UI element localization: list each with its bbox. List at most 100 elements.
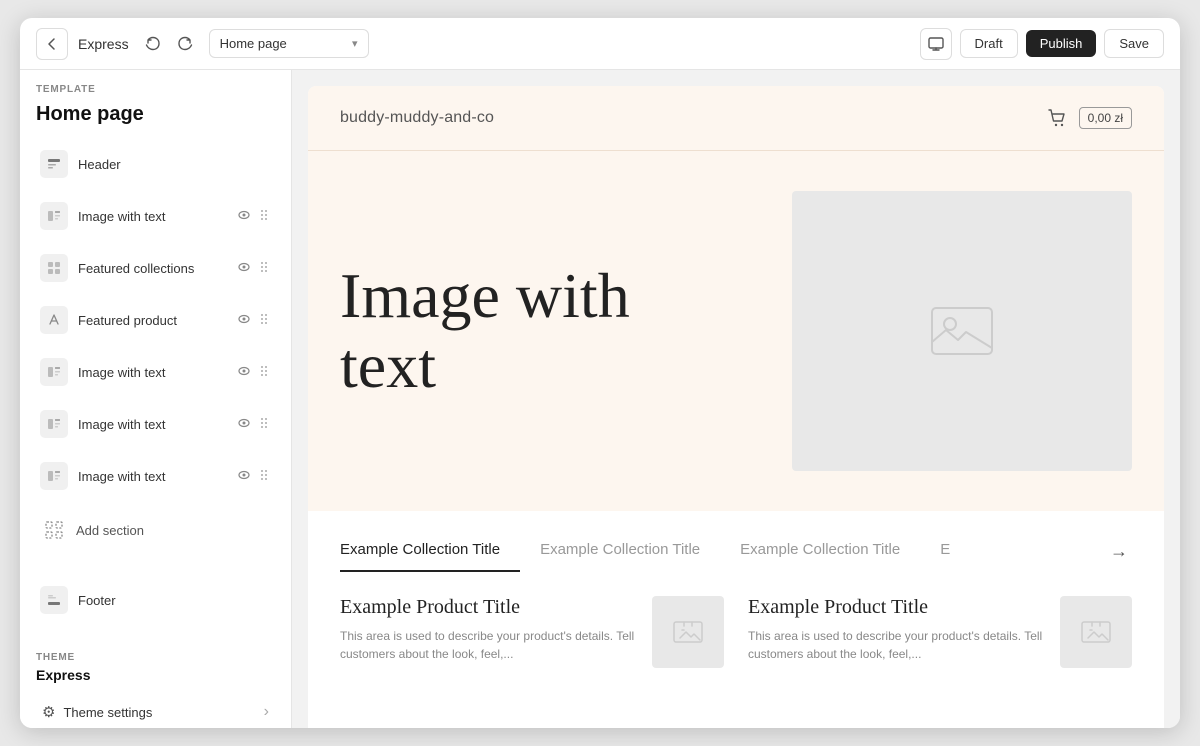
eye-button-fp[interactable] xyxy=(235,310,253,331)
sidebar-item-iwt4-actions xyxy=(235,466,271,487)
sidebar-item-iwt3-actions xyxy=(235,414,271,435)
theme-settings-label: Theme settings xyxy=(63,705,152,720)
sidebar-item-fc-label: Featured collections xyxy=(78,261,225,276)
sidebar: TEMPLATE Home page Header Image with tex… xyxy=(20,70,292,728)
canvas-area: buddy-muddy-and-co 0,00 zł Image with te… xyxy=(292,70,1180,728)
app-name: Express xyxy=(78,36,129,52)
sidebar-item-footer-label: Footer xyxy=(78,593,271,608)
sidebar-item-featured-collections[interactable]: Featured collections xyxy=(28,244,283,292)
save-button[interactable]: Save xyxy=(1104,29,1164,58)
sidebar-item-image-with-text-2[interactable]: Image with text xyxy=(28,348,283,396)
sidebar-item-iwt2-actions xyxy=(235,362,271,383)
collection-tab-3[interactable]: E xyxy=(940,531,954,572)
drag-button-iwt3[interactable] xyxy=(257,414,271,435)
theme-name: Express xyxy=(20,665,291,691)
chevron-down-icon: ▾ xyxy=(352,37,358,50)
footer-icon xyxy=(40,586,68,614)
add-section-label: Add section xyxy=(76,523,144,538)
collections-next-arrow[interactable]: → xyxy=(1106,537,1132,566)
sidebar-item-iwt3-label: Image with text xyxy=(78,417,225,432)
header-icon xyxy=(40,150,68,178)
sidebar-item-footer[interactable]: Footer xyxy=(28,576,283,624)
template-label: TEMPLATE xyxy=(20,70,291,99)
eye-button-iwt2[interactable] xyxy=(235,362,253,383)
page-selector[interactable]: Home page ▾ xyxy=(209,29,369,58)
drag-button-iwt2[interactable] xyxy=(257,362,271,383)
featured-product-icon xyxy=(40,306,68,334)
sidebar-item-image-with-text-3[interactable]: Image with text xyxy=(28,400,283,448)
add-section-icon xyxy=(40,516,68,544)
theme-settings-row[interactable]: ⚙ Theme settings › xyxy=(28,693,283,728)
theme-settings-arrow: › xyxy=(264,703,269,721)
app-window: Express Home page ▾ Draft Publish Save xyxy=(20,18,1180,728)
redo-button[interactable] xyxy=(171,30,199,58)
product-card-1: Example Product Title This area is used … xyxy=(748,596,1132,668)
hero-title: Image with text xyxy=(340,261,752,402)
sidebar-item-featured-product[interactable]: Featured product xyxy=(28,296,283,344)
product-image-0 xyxy=(652,596,724,668)
eye-button-iwt1[interactable] xyxy=(235,206,253,227)
publish-button[interactable]: Publish xyxy=(1026,30,1097,57)
sidebar-item-fp-label: Featured product xyxy=(78,313,225,328)
theme-settings-left: ⚙ Theme settings xyxy=(42,703,152,721)
drag-button-iwt1[interactable] xyxy=(257,206,271,227)
back-button[interactable] xyxy=(36,28,68,60)
image-with-text-4-icon xyxy=(40,462,68,490)
collection-tab-1[interactable]: Example Collection Title xyxy=(540,531,720,572)
image-with-text-2-icon xyxy=(40,358,68,386)
eye-button-iwt4[interactable] xyxy=(235,466,253,487)
sidebar-item-fp-actions xyxy=(235,310,271,331)
main-layout: TEMPLATE Home page Header Image with tex… xyxy=(20,70,1180,728)
collections-tabs-nav: → xyxy=(1106,537,1132,566)
hero-section: Image with text xyxy=(308,151,1164,511)
drag-button-fp[interactable] xyxy=(257,310,271,331)
canvas-inner: buddy-muddy-and-co 0,00 zł Image with te… xyxy=(308,86,1164,728)
sidebar-item-header[interactable]: Header xyxy=(28,140,283,188)
page-selector-value: Home page xyxy=(220,36,287,51)
drag-button-fc[interactable] xyxy=(257,258,271,279)
eye-button-iwt3[interactable] xyxy=(235,414,253,435)
sidebar-item-image-with-text-1[interactable]: Image with text xyxy=(28,192,283,240)
product-desc-1: This area is used to describe your produ… xyxy=(748,627,1044,663)
add-section-button[interactable]: Add section xyxy=(28,506,283,554)
undo-redo-group xyxy=(139,30,199,58)
store-header: buddy-muddy-and-co 0,00 zł xyxy=(308,86,1164,151)
product-title-0: Example Product Title xyxy=(340,596,636,619)
theme-label: THEME xyxy=(20,642,291,665)
featured-collections-icon xyxy=(40,254,68,282)
product-image-1 xyxy=(1060,596,1132,668)
drag-button-iwt4[interactable] xyxy=(257,466,271,487)
sidebar-item-iwt1-actions xyxy=(235,206,271,227)
image-with-text-1-icon xyxy=(40,202,68,230)
product-title-1: Example Product Title xyxy=(748,596,1044,619)
products-section: Example Product Title This area is used … xyxy=(308,572,1164,692)
gear-icon: ⚙ xyxy=(42,703,55,721)
sidebar-item-image-with-text-4[interactable]: Image with text xyxy=(28,452,283,500)
sidebar-item-fc-actions xyxy=(235,258,271,279)
sidebar-item-iwt2-label: Image with text xyxy=(78,365,225,380)
cart-area: 0,00 zł xyxy=(1043,104,1132,132)
top-bar: Express Home page ▾ Draft Publish Save xyxy=(20,18,1180,70)
hero-image-placeholder xyxy=(792,191,1132,471)
product-desc-0: This area is used to describe your produ… xyxy=(340,627,636,663)
eye-button-fc[interactable] xyxy=(235,258,253,279)
collection-tab-0[interactable]: Example Collection Title xyxy=(340,531,520,572)
hero-text: Image with text xyxy=(340,261,752,402)
top-bar-right: Draft Publish Save xyxy=(920,28,1164,60)
top-bar-left: Express Home page ▾ xyxy=(36,28,369,60)
monitor-button[interactable] xyxy=(920,28,952,60)
image-with-text-3-icon xyxy=(40,410,68,438)
sidebar-item-iwt4-label: Image with text xyxy=(78,469,225,484)
sidebar-item-header-label: Header xyxy=(78,157,271,172)
cart-icon xyxy=(1043,104,1071,132)
sidebar-item-iwt1-label: Image with text xyxy=(78,209,225,224)
collections-section: Example Collection Title Example Collect… xyxy=(308,511,1164,572)
cart-price: 0,00 zł xyxy=(1079,107,1132,129)
draft-button[interactable]: Draft xyxy=(960,29,1018,58)
store-name: buddy-muddy-and-co xyxy=(340,109,494,127)
undo-button[interactable] xyxy=(139,30,167,58)
collections-tabs: Example Collection Title Example Collect… xyxy=(340,531,1132,572)
product-card-0: Example Product Title This area is used … xyxy=(340,596,724,668)
product-info-1: Example Product Title This area is used … xyxy=(748,596,1044,663)
collection-tab-2[interactable]: Example Collection Title xyxy=(740,531,920,572)
